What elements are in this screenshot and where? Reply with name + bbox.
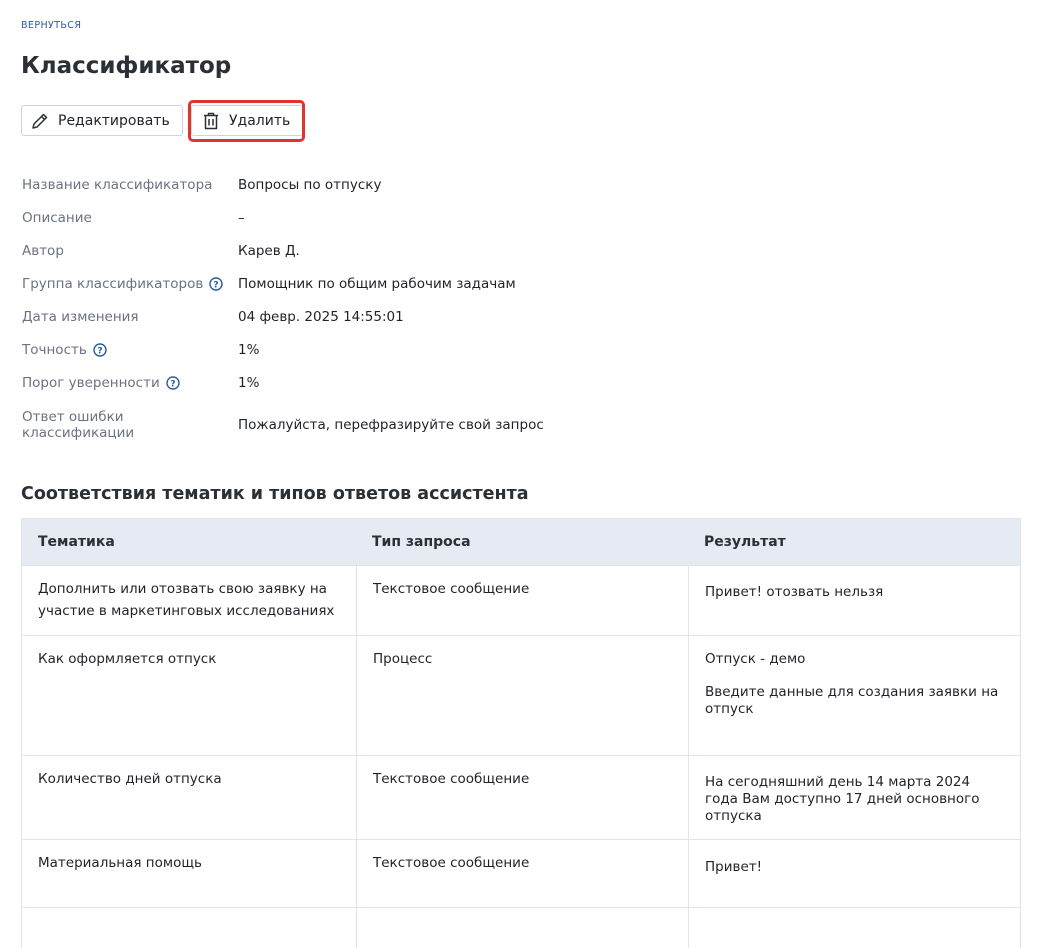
prop-value: Помощник по общим рабочим задачам	[238, 276, 516, 292]
mapping-table: Тематика Тип запроса Результат Дополнить…	[21, 518, 1021, 948]
edit-button-label: Редактировать	[58, 112, 170, 129]
help-icon[interactable]: ?	[166, 376, 180, 390]
table-row[interactable]: Количество дней отпуска Текстовое сообще…	[22, 755, 1020, 839]
cell-type: Процесс	[356, 636, 688, 755]
cell-type: Текстовое сообщение	[356, 566, 688, 635]
prop-label: Порог уверенности	[22, 375, 160, 391]
prop-value: Пожалуйста, перефразируйте свой запрос	[238, 417, 544, 433]
prop-value: Карев Д.	[238, 243, 300, 259]
cell-result: Привет! отозвать нельзя	[688, 566, 1020, 635]
prop-value: Вопросы по отпуску	[238, 177, 382, 193]
svg-text:?: ?	[97, 347, 102, 357]
prop-label: Группа классификаторов	[22, 276, 204, 292]
help-icon[interactable]: ?	[209, 277, 224, 291]
cell-type: Текстовое сообщение	[356, 756, 688, 839]
result-text: Введите данные для создания заявки на от…	[705, 684, 999, 717]
result-text: Привет! отозвать нельзя	[705, 584, 884, 600]
page-title: Классификатор	[21, 53, 232, 79]
prop-label: Автор	[22, 243, 64, 259]
prop-label: Название классификатора	[22, 177, 213, 193]
prop-value: –	[238, 210, 245, 226]
cell-type: Текстовое сообщение	[356, 840, 688, 907]
prop-label: Ответ ошибки классификации	[22, 409, 135, 441]
cell-result	[688, 908, 1020, 948]
cell-result: На сегодняшний день 14 марта 2024 года В…	[688, 756, 1020, 839]
trash-icon	[201, 111, 221, 131]
column-header-topic: Тематика	[38, 534, 115, 550]
cell-topic	[22, 908, 356, 948]
cell-result: Отпуск - демо Введите данные для создани…	[688, 636, 1020, 755]
pencil-icon	[30, 111, 50, 131]
result-text: Привет!	[705, 859, 763, 875]
cell-topic: Материальная помощь	[38, 855, 203, 871]
cell-topic: Дополнить или отозвать свою заявку на уч…	[38, 581, 335, 619]
edit-button[interactable]: Редактировать	[21, 105, 183, 136]
table-header: Тематика Тип запроса Результат	[22, 519, 1020, 565]
svg-text:?: ?	[214, 281, 219, 291]
help-icon[interactable]: ?	[93, 343, 107, 357]
cell-result: Привет!	[688, 840, 1020, 907]
result-text: На сегодняшний день 14 марта 2024 года В…	[705, 774, 980, 824]
delete-button-label: Удалить	[229, 112, 291, 129]
svg-text:?: ?	[170, 380, 175, 390]
prop-label-wrap: Группа классификаторов ?	[22, 276, 232, 292]
table-row[interactable]	[22, 907, 1020, 948]
prop-value: 1%	[238, 375, 260, 391]
cell-type	[356, 908, 688, 948]
delete-button[interactable]: Удалить	[191, 105, 303, 136]
cell-topic: Как оформляется отпуск	[38, 651, 217, 667]
prop-label: Дата изменения	[22, 309, 139, 325]
table-row[interactable]: Дополнить или отозвать свою заявку на уч…	[22, 565, 1020, 635]
table-row[interactable]: Материальная помощь Текстовое сообщение …	[22, 839, 1020, 907]
cell-topic: Количество дней отпуска	[38, 771, 222, 787]
back-link[interactable]: ВЕРНУТЬСЯ	[21, 20, 81, 31]
section-title: Соответствия тематик и типов ответов асс…	[21, 484, 529, 504]
prop-value: 04 февр. 2025 14:55:01	[238, 309, 404, 325]
column-header-type: Тип запроса	[372, 534, 471, 550]
result-text: Отпуск - демо	[705, 651, 806, 667]
prop-label: Описание	[22, 210, 92, 226]
prop-label-wrap: Точность ?	[22, 342, 232, 358]
prop-value: 1%	[238, 342, 260, 358]
column-header-result: Результат	[704, 534, 786, 550]
prop-label-wrap: Порог уверенности ?	[22, 375, 232, 391]
table-row[interactable]: Как оформляется отпуск Процесс Отпуск - …	[22, 635, 1020, 755]
prop-label: Точность	[22, 342, 87, 358]
